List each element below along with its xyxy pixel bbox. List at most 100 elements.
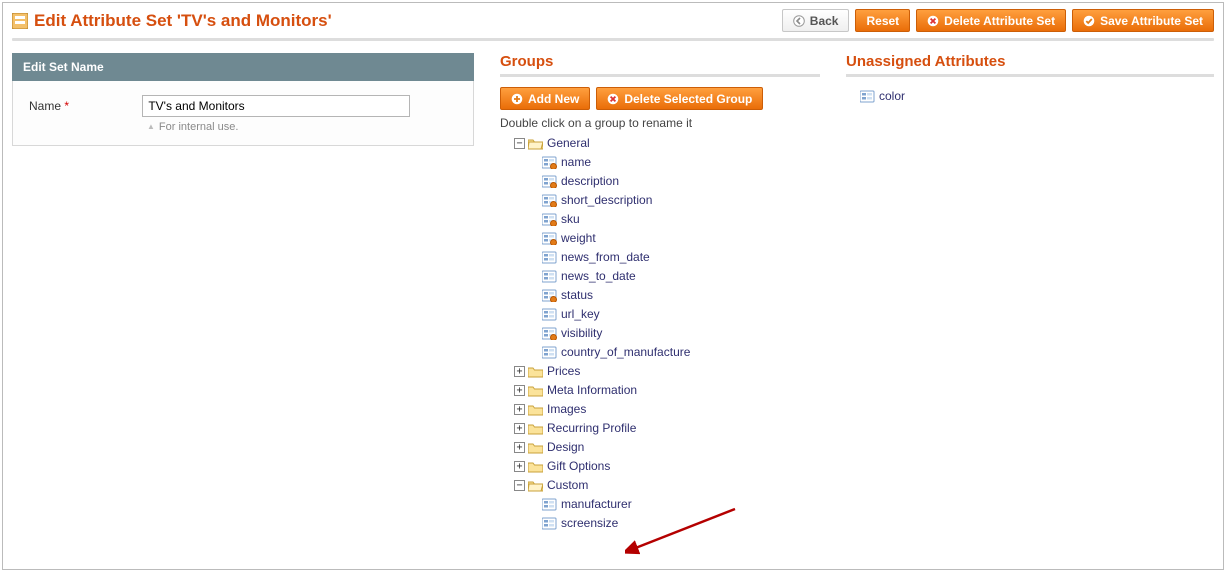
tree-attribute[interactable]: country_of_manufacture: [542, 343, 820, 362]
folder-icon: [528, 441, 543, 454]
groups-buttons: Add New Delete Selected Group: [500, 87, 820, 110]
attribute-icon: [542, 498, 557, 511]
name-label: Name *: [29, 95, 139, 113]
tree-toggle[interactable]: +: [514, 442, 525, 453]
groups-title: Groups: [500, 53, 820, 70]
tree-toggle[interactable]: −: [514, 480, 525, 491]
tree-toggle[interactable]: +: [514, 404, 525, 415]
folder-icon: [528, 479, 543, 492]
attribute-icon: [542, 251, 557, 264]
delete-set-button[interactable]: Delete Attribute Set: [916, 9, 1066, 32]
tree-folder-label: Meta Information: [547, 381, 637, 400]
page-title-text: Edit Attribute Set 'TV's and Monitors': [34, 11, 332, 31]
tree-folder[interactable]: + Images: [514, 400, 820, 419]
tree-attribute[interactable]: description: [542, 172, 820, 191]
groups-tree[interactable]: −Generalnamedescriptionshort_description…: [500, 134, 820, 533]
back-button[interactable]: Back: [782, 9, 850, 32]
tree-attribute-label: color: [879, 87, 905, 106]
tree-attribute-label: status: [561, 286, 593, 305]
set-name-input[interactable]: [142, 95, 410, 117]
tree-attribute-label: news_to_date: [561, 267, 636, 286]
tree-attribute[interactable]: name: [542, 153, 820, 172]
tree-attribute[interactable]: visibility: [542, 324, 820, 343]
tree-attribute[interactable]: sku: [542, 210, 820, 229]
tree-folder[interactable]: + Prices: [514, 362, 820, 381]
unassigned-tree[interactable]: color: [846, 87, 1214, 106]
add-new-group-button[interactable]: Add New: [500, 87, 590, 110]
tree-attribute-label: name: [561, 153, 591, 172]
attribute-icon: [542, 289, 557, 302]
name-hint: For internal use.: [147, 121, 457, 133]
attribute-icon: [542, 156, 557, 169]
attribute-icon: [542, 517, 557, 530]
tree-toggle[interactable]: +: [514, 385, 525, 396]
tree-folder[interactable]: + Meta Information: [514, 381, 820, 400]
tree-toggle[interactable]: +: [514, 461, 525, 472]
edit-name-heading: Edit Set Name: [12, 53, 474, 81]
tree-folder-label: Gift Options: [547, 457, 610, 476]
tree-attribute-label: visibility: [561, 324, 602, 343]
tree-folder[interactable]: + Gift Options: [514, 457, 820, 476]
groups-hint: Double click on a group to rename it: [500, 116, 820, 130]
tree-attribute[interactable]: news_from_date: [542, 248, 820, 267]
groups-rule: [500, 74, 820, 77]
tree-attribute[interactable]: url_key: [542, 305, 820, 324]
columns: Edit Set Name Name * For internal use. G…: [12, 53, 1214, 533]
required-marker: *: [64, 99, 69, 113]
tree-folder-label: Prices: [547, 362, 580, 381]
add-new-group-label: Add New: [528, 92, 579, 106]
tree-toggle[interactable]: −: [514, 138, 525, 149]
edit-name-panel: Edit Set Name Name * For internal use.: [12, 53, 474, 533]
tree-attribute[interactable]: status: [542, 286, 820, 305]
tree-attribute-label: news_from_date: [561, 248, 650, 267]
delete-group-button[interactable]: Delete Selected Group: [596, 87, 763, 110]
tree-folder[interactable]: +Design: [514, 438, 820, 457]
tree-attribute[interactable]: manufacturer: [542, 495, 820, 514]
folder-icon: [528, 422, 543, 435]
tree-attribute[interactable]: short_description: [542, 191, 820, 210]
tree-attribute-label: description: [561, 172, 619, 191]
attribute-icon: [542, 346, 557, 359]
tree-toggle[interactable]: +: [514, 423, 525, 434]
folder-icon: [528, 403, 543, 416]
tree-attribute-label: country_of_manufacture: [561, 343, 690, 362]
tree-folder-label: Custom: [547, 476, 588, 495]
folder-icon: [528, 384, 543, 397]
tree-folder[interactable]: +Recurring Profile: [514, 419, 820, 438]
attribute-icon: [542, 308, 557, 321]
folder-icon: [528, 365, 543, 378]
attribute-icon: [860, 90, 875, 103]
page-title: Edit Attribute Set 'TV's and Monitors': [12, 11, 776, 31]
back-icon: [793, 15, 805, 27]
save-set-button-label: Save Attribute Set: [1100, 14, 1203, 28]
save-set-button[interactable]: Save Attribute Set: [1072, 9, 1214, 32]
tree-attribute-label: url_key: [561, 305, 600, 324]
tree-attribute-label: sku: [561, 210, 580, 229]
reset-button[interactable]: Reset: [855, 9, 910, 32]
attribute-icon: [542, 194, 557, 207]
page-header: Edit Attribute Set 'TV's and Monitors' B…: [12, 9, 1214, 32]
delete-set-button-label: Delete Attribute Set: [944, 14, 1055, 28]
check-icon: [1083, 15, 1095, 27]
tree-toggle[interactable]: +: [514, 366, 525, 377]
tree-folder[interactable]: −General: [514, 134, 820, 153]
back-button-label: Back: [810, 14, 839, 28]
page: Edit Attribute Set 'TV's and Monitors' B…: [2, 2, 1224, 570]
attribute-icon: [542, 327, 557, 340]
tree-attribute[interactable]: screensize: [542, 514, 820, 533]
tree-folder[interactable]: − Custom: [514, 476, 820, 495]
tree-attribute[interactable]: news_to_date: [542, 267, 820, 286]
tree-attribute[interactable]: weight: [542, 229, 820, 248]
tree-attribute[interactable]: color: [860, 87, 1214, 106]
unassigned-title: Unassigned Attributes: [846, 53, 1214, 70]
plus-icon: [511, 93, 523, 105]
groups-panel: Groups Add New Delete Selected Group Dou…: [500, 53, 820, 533]
attribute-icon: [542, 175, 557, 188]
reset-button-label: Reset: [866, 14, 899, 28]
database-icon: [12, 13, 28, 29]
tree-attribute-label: short_description: [561, 191, 652, 210]
tree-attribute-label: screensize: [561, 514, 618, 533]
delete-group-label: Delete Selected Group: [624, 92, 752, 106]
attribute-icon: [542, 232, 557, 245]
tree-folder-label: Images: [547, 400, 586, 419]
